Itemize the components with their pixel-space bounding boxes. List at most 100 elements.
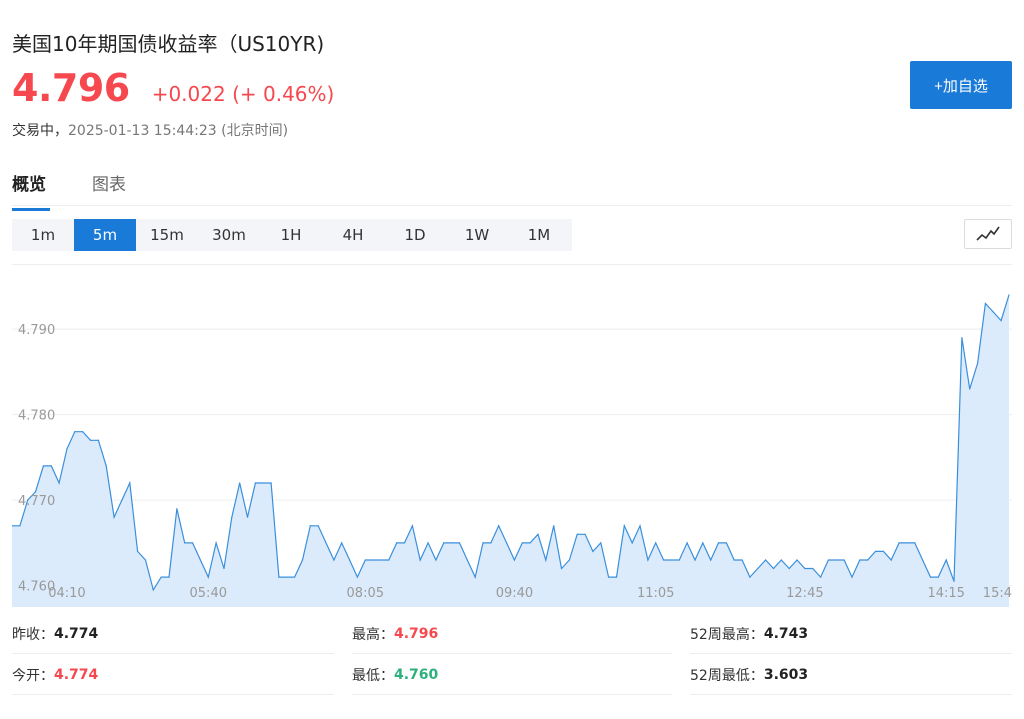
tab-overview[interactable]: 概览 — [12, 170, 50, 211]
data-point — [113, 516, 115, 518]
data-point — [937, 576, 939, 578]
data-point — [270, 482, 272, 484]
interval-1mo[interactable]: 1M — [508, 219, 570, 251]
trading-status: 交易中，2025-01-13 15:44:23 (北京时间) — [12, 120, 288, 140]
add-to-watchlist-button[interactable]: +加自选 — [910, 61, 1012, 109]
data-point — [66, 448, 68, 450]
data-point — [1000, 319, 1002, 322]
data-point — [372, 559, 374, 561]
data-point — [451, 542, 453, 544]
data-point — [867, 559, 869, 561]
y-tick-label: 4.770 — [18, 494, 55, 509]
data-point — [278, 576, 280, 578]
interval-1m[interactable]: 1m — [12, 219, 74, 251]
data-point — [97, 439, 99, 441]
data-point — [1008, 294, 1010, 296]
data-point — [647, 559, 649, 561]
stat-label: 最高： — [352, 626, 394, 643]
stat-label: 52周最低： — [690, 667, 764, 684]
data-point — [733, 559, 735, 561]
data-point — [427, 542, 429, 544]
data-point — [874, 550, 877, 553]
data-point — [819, 576, 822, 578]
data-point — [608, 576, 610, 578]
stat-value: 4.774 — [54, 625, 99, 642]
y-tick-label: 4.790 — [18, 323, 55, 338]
data-point — [529, 542, 531, 544]
data-point — [215, 542, 217, 544]
data-point — [890, 559, 892, 561]
data-point — [553, 525, 555, 527]
stat-high: 最高： 4.796 — [352, 614, 672, 654]
data-point — [835, 559, 837, 561]
data-point — [411, 525, 413, 527]
data-point — [403, 542, 406, 544]
interval-30m[interactable]: 30m — [198, 219, 260, 251]
stat-52w-high: 52周最高： 4.743 — [690, 614, 1012, 654]
chart-type-button[interactable] — [964, 219, 1012, 249]
data-point — [341, 542, 343, 544]
tab-charts[interactable]: 图表 — [92, 170, 126, 205]
data-point — [191, 542, 194, 544]
data-point — [105, 465, 107, 467]
data-point — [592, 550, 594, 553]
data-point — [898, 542, 900, 544]
interval-4h[interactable]: 4H — [322, 219, 384, 251]
data-point — [160, 576, 162, 578]
data-point — [615, 576, 618, 578]
data-point — [380, 559, 382, 561]
data-point — [19, 525, 21, 527]
data-point — [984, 302, 987, 305]
stat-prev-close: 昨收： 4.774 — [12, 614, 334, 654]
stat-value: 3.603 — [763, 666, 809, 683]
stat-value: 4.774 — [54, 666, 99, 683]
data-point — [992, 311, 994, 313]
interval-1d[interactable]: 1D — [384, 219, 446, 251]
data-point — [356, 576, 359, 578]
data-point — [772, 567, 775, 570]
data-point — [859, 559, 861, 561]
data-point — [710, 559, 712, 561]
data-point — [152, 589, 154, 591]
data-point — [521, 542, 523, 544]
data-point — [639, 525, 641, 527]
interval-15m[interactable]: 15m — [136, 219, 198, 251]
stat-label: 昨收： — [12, 626, 54, 643]
stat-label: 52周最高： — [690, 626, 764, 643]
x-tick-label: 04:10 — [48, 586, 85, 601]
data-point — [717, 542, 720, 544]
data-point — [301, 559, 304, 561]
data-point — [725, 542, 727, 544]
data-point — [882, 550, 884, 553]
data-point — [623, 525, 625, 527]
yield-chart[interactable]: 4.790 4.780 4.770 4.760 04:10 05:40 08:05 09:40… — [12, 264, 1012, 607]
interval-1w[interactable]: 1W — [446, 219, 508, 251]
data-point — [89, 439, 92, 441]
data-point — [443, 542, 445, 544]
data-point — [466, 559, 468, 561]
current-price: 4.796 — [12, 66, 130, 110]
data-point — [662, 559, 665, 561]
data-point — [396, 542, 398, 544]
data-point — [82, 431, 84, 433]
data-point — [568, 559, 570, 561]
data-point — [749, 576, 751, 578]
data-point — [223, 567, 225, 570]
data-point — [58, 482, 60, 484]
interval-1h[interactable]: 1H — [260, 219, 322, 251]
line-chart-icon — [976, 226, 1000, 241]
x-tick-label: 09:40 — [496, 586, 533, 601]
data-point — [482, 542, 484, 544]
x-tick-label: 08:05 — [347, 586, 384, 601]
data-point — [686, 542, 688, 544]
data-point — [702, 542, 704, 544]
data-point — [490, 542, 492, 544]
tab-divider — [12, 205, 1012, 206]
interval-5m[interactable]: 5m — [74, 219, 136, 251]
x-tick-label: 12:45 — [786, 586, 823, 601]
stat-open: 今开： 4.774 — [12, 655, 334, 695]
data-point — [309, 525, 311, 527]
data-point — [458, 542, 461, 544]
stat-label: 今开： — [12, 667, 54, 684]
data-point — [694, 559, 696, 561]
